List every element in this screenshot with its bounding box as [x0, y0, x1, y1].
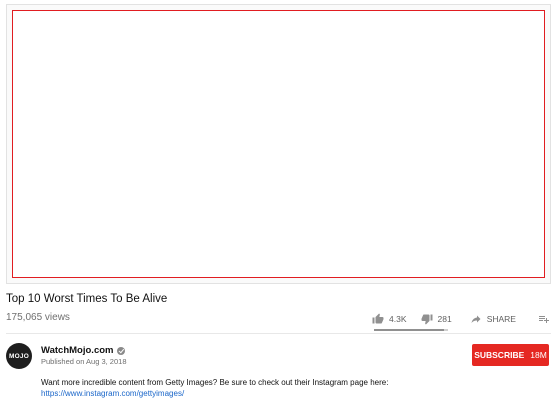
like-count: 4.3K: [389, 314, 407, 324]
video-title: Top 10 Worst Times To Be Alive: [6, 293, 168, 305]
subscribe-label: SUBSCRIBE: [474, 350, 525, 360]
subscriber-count: 18M: [530, 350, 547, 360]
view-count: 175,065 views: [6, 312, 70, 323]
video-frame[interactable]: [12, 10, 545, 278]
video-actions: 4.3K 281 SHARE: [372, 311, 554, 327]
channel-name[interactable]: WatchMojo.com: [41, 345, 113, 356]
subscribe-button[interactable]: SUBSCRIBE 18M: [472, 344, 549, 366]
instagram-link[interactable]: https://www.instagram.com/gettyimages/: [41, 389, 388, 400]
like-button[interactable]: 4.3K: [372, 313, 407, 325]
thumbs-up-icon: [372, 313, 384, 324]
share-arrow-icon: [471, 315, 481, 323]
add-to-playlist-button[interactable]: [538, 313, 550, 325]
video-player[interactable]: [6, 4, 551, 284]
playlist-add-icon: [538, 316, 549, 323]
sentiment-bar-fill: [374, 329, 444, 331]
share-label: SHARE: [486, 314, 516, 324]
dislike-count: 281: [437, 314, 452, 324]
channel-avatar[interactable]: MOJO: [6, 343, 32, 369]
thumbs-down-icon: [421, 314, 432, 325]
share-button[interactable]: SHARE: [470, 313, 516, 325]
publish-date: Published on Aug 3, 2018: [41, 357, 127, 366]
verified-check-icon: [117, 346, 126, 355]
description-text: Want more incredible content from Getty …: [41, 378, 389, 387]
video-description: Want more incredible content from Getty …: [41, 378, 388, 399]
channel-logo-text: MOJO: [9, 352, 29, 360]
dislike-button[interactable]: 281: [421, 313, 452, 325]
channel-name-row: WatchMojo.com: [41, 345, 126, 356]
sentiment-bar: [374, 329, 448, 331]
divider: [6, 333, 551, 334]
